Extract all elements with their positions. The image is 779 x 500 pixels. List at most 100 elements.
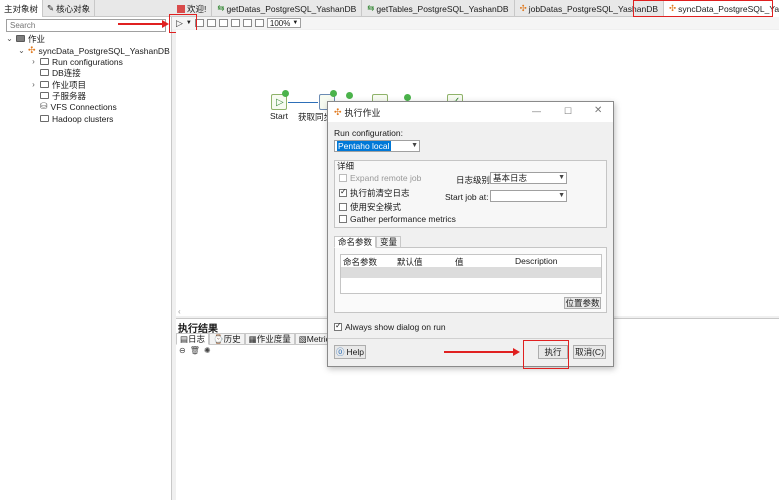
expand-remote-checkbox[interactable] bbox=[339, 174, 347, 182]
tree-item-hadoop[interactable]: Hadoop clusters bbox=[30, 113, 113, 124]
start-job-label: Start job at: bbox=[445, 192, 489, 202]
search-input[interactable] bbox=[6, 19, 166, 32]
minimize-icon[interactable]: — bbox=[532, 106, 541, 116]
tree-job[interactable]: ⌄ ✣ syncData_PostgreSQL_YashanDB bbox=[18, 45, 170, 56]
success-icon bbox=[404, 94, 411, 101]
folder-icon bbox=[40, 92, 49, 99]
vfs-icon: ⛁ bbox=[40, 101, 48, 111]
expand-remote-label: Expand remote job bbox=[350, 173, 422, 183]
welcome-icon bbox=[177, 4, 185, 13]
tree-item-label: 子服务器 bbox=[52, 90, 87, 101]
tab-job-metrics[interactable]: ▦ 作业度量 bbox=[244, 333, 295, 345]
annotation-arrowhead bbox=[513, 348, 520, 356]
debug-icon[interactable] bbox=[230, 19, 240, 27]
position-params-button[interactable]: 位置参数 bbox=[564, 297, 601, 309]
always-show-row[interactable]: Always show dialog on run bbox=[334, 321, 446, 332]
tree-item-slave-servers[interactable]: 子服务器 bbox=[30, 90, 86, 101]
tab-core-objects-label: 核心对象 bbox=[56, 3, 91, 14]
tree-item-label: DB连接 bbox=[52, 67, 81, 78]
dialog-title: 执行作业 bbox=[344, 107, 381, 118]
zoom-value: 100% bbox=[269, 18, 291, 28]
tab-gettables[interactable]: ⇆ getTables_PostgreSQL_YashanDB bbox=[362, 0, 515, 17]
maximize-icon[interactable]: ☐ bbox=[564, 106, 572, 117]
gather-metrics-row[interactable]: Gather performance metrics bbox=[339, 214, 456, 224]
clear-log-icon[interactable]: ⊖ bbox=[179, 346, 186, 355]
folder-icon bbox=[40, 69, 49, 76]
replay-icon[interactable] bbox=[242, 19, 252, 27]
start-node-label: Start bbox=[270, 111, 288, 121]
folder-icon bbox=[16, 35, 25, 42]
tree-item-run-configs[interactable]: › Run configurations bbox=[30, 56, 123, 67]
settings-icon[interactable]: ✺ bbox=[204, 346, 211, 355]
close-icon[interactable]: ✕ bbox=[594, 105, 602, 116]
col-header-value: 值 bbox=[455, 257, 464, 267]
clear-log-row[interactable]: 执行前清空日志 bbox=[339, 187, 410, 199]
zoom-select[interactable]: 100% ▼ bbox=[266, 18, 302, 28]
tree-item-label: Run configurations bbox=[52, 56, 123, 67]
run-config-select[interactable]: Pentaho local ▼ bbox=[334, 140, 420, 152]
folder-icon bbox=[40, 115, 49, 122]
job-icon: ✣ bbox=[334, 106, 342, 117]
preview-icon[interactable] bbox=[218, 19, 228, 27]
gather-metrics-checkbox[interactable] bbox=[339, 215, 347, 223]
tab-label: getTables_PostgreSQL_YashanDB bbox=[376, 3, 509, 14]
tree-root[interactable]: ⌄ 作业 bbox=[6, 33, 45, 44]
help-button[interactable]: ⓪ Help bbox=[334, 345, 366, 359]
tab-main-tree-label: 主对象树 bbox=[4, 3, 39, 14]
tab-history[interactable]: ⌚ 历史 bbox=[209, 333, 245, 345]
chevron-down-icon: ▼ bbox=[558, 174, 565, 181]
params-tabs: 命名参数 变量 bbox=[334, 236, 402, 248]
cancel-button[interactable]: 取消(C) bbox=[573, 345, 606, 359]
tab-main-tree[interactable]: 主对象树 bbox=[0, 0, 44, 17]
annotation-arrow bbox=[118, 23, 164, 25]
tab-label: 命名参数 bbox=[338, 237, 373, 247]
transform-icon: ⇆ bbox=[367, 3, 375, 13]
safe-mode-row[interactable]: 使用安全模式 bbox=[339, 201, 401, 213]
details-label: 详细 bbox=[337, 161, 355, 171]
chevron-down-icon: ▼ bbox=[292, 20, 299, 26]
divider bbox=[328, 338, 613, 339]
always-show-checkbox[interactable] bbox=[334, 321, 342, 331]
tab-label: 欢迎! bbox=[187, 3, 207, 14]
tree-item-job-entries[interactable]: › 作业项目 bbox=[30, 79, 86, 90]
log-actions: ⊖ 🗑 ✺ bbox=[179, 346, 211, 355]
safe-mode-checkbox[interactable] bbox=[339, 203, 347, 211]
folder-icon bbox=[40, 58, 49, 65]
gather-metrics-label: Gather performance metrics bbox=[350, 214, 456, 224]
expand-remote-row[interactable]: Expand remote job bbox=[339, 173, 421, 183]
job-icon: ✣ bbox=[519, 3, 527, 13]
tab-core-objects[interactable]: ✎ 核心对象 bbox=[43, 0, 96, 17]
clear-log-checkbox[interactable] bbox=[339, 187, 347, 197]
scroll-left-icon[interactable]: ‹ bbox=[178, 307, 181, 316]
delete-icon[interactable]: 🗑 bbox=[190, 346, 200, 355]
tab-variables[interactable]: 变量 bbox=[376, 236, 402, 248]
left-panel-tabs: 主对象树 ✎ 核心对象 bbox=[0, 0, 172, 17]
results-tabs: ▤ 日志 ⌚ 历史 ▦ 作业度量 ▧ Metrics bbox=[176, 333, 339, 345]
tab-log[interactable]: ▤ 日志 bbox=[176, 333, 210, 345]
chevron-down-icon[interactable]: ⌄ bbox=[18, 46, 25, 55]
chevron-right-icon[interactable]: › bbox=[30, 57, 37, 66]
history-icon: ⌚ bbox=[213, 333, 224, 344]
tab-named-params[interactable]: 命名参数 bbox=[334, 236, 377, 248]
chevron-right-icon[interactable]: › bbox=[30, 80, 37, 89]
metrics-icon: ▦ bbox=[248, 333, 257, 344]
tree-root-label: 作业 bbox=[28, 33, 46, 44]
help-label: Help bbox=[346, 347, 364, 357]
tab-getdatas[interactable]: ⇆ getDatas_PostgreSQL_YashanDB bbox=[212, 0, 363, 17]
run-config-label: Run configuration: bbox=[334, 128, 403, 138]
safe-mode-label: 使用安全模式 bbox=[350, 202, 402, 212]
tab-label: 作业度量 bbox=[256, 334, 291, 344]
tree-item-db[interactable]: DB连接 bbox=[30, 67, 81, 78]
table-row-selected[interactable] bbox=[341, 267, 601, 278]
grid-icon[interactable] bbox=[254, 19, 264, 27]
tree-job-label: syncData_PostgreSQL_YashanDB bbox=[38, 45, 170, 56]
log-level-select[interactable]: 基本日志 ▼ bbox=[490, 172, 567, 184]
chevron-down-icon[interactable]: ⌄ bbox=[6, 34, 13, 43]
start-job-select[interactable]: ▼ bbox=[490, 190, 567, 202]
highlight-box-execute bbox=[523, 340, 569, 369]
tree-item-label: Hadoop clusters bbox=[52, 113, 114, 124]
pencil-icon: ✎ bbox=[47, 3, 55, 13]
tree-item-vfs[interactable]: ⛁ VFS Connections bbox=[30, 101, 117, 112]
success-icon bbox=[282, 90, 289, 97]
stop-icon[interactable] bbox=[206, 19, 216, 27]
